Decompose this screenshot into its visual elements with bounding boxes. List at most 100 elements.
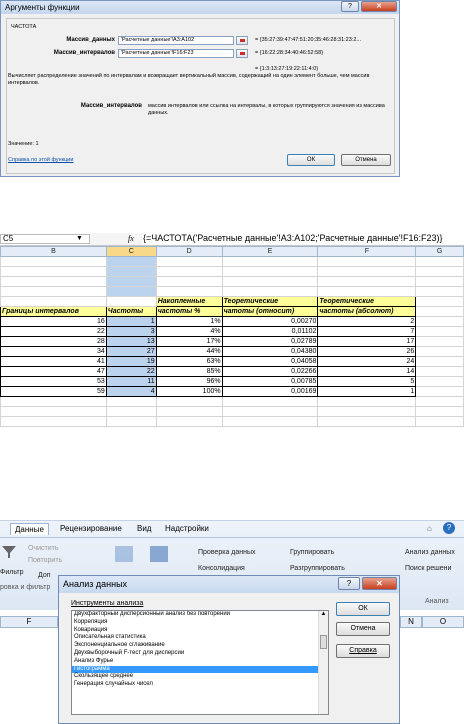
table-cell[interactable]: 24 [317, 356, 417, 367]
table-cell[interactable]: 34 [0, 346, 107, 357]
list-item[interactable]: Ковариация [72, 627, 328, 635]
arg1-collapse-icon[interactable] [236, 36, 248, 45]
ok-button[interactable]: ОК [336, 602, 390, 616]
close-icon[interactable]: ✕ [362, 577, 397, 590]
help-button[interactable]: Справка [336, 644, 390, 658]
solver-button[interactable]: Поиск решени [405, 565, 451, 572]
formula-input[interactable]: {=ЧАСТОТА('Расчетные данные'!A3:A102;'Ра… [143, 233, 442, 243]
table-cell[interactable]: 44% [155, 346, 223, 357]
remove-duplicates-icon[interactable] [150, 546, 168, 562]
table-cell[interactable]: 0,02266 [221, 366, 319, 377]
advanced-button[interactable]: Доп [38, 572, 51, 579]
table-cell[interactable]: 96% [155, 376, 223, 387]
table-cell[interactable]: 5 [317, 376, 417, 387]
analysis-tools-list[interactable]: Двухфакторный дисперсионный анализ без п… [71, 610, 329, 715]
table-cell[interactable] [415, 316, 464, 327]
header-cell[interactable]: Частоты [105, 306, 157, 317]
help-icon[interactable]: ? [341, 1, 359, 12]
table-cell[interactable]: 4 [105, 386, 157, 397]
header-cell[interactable]: частоты % [155, 306, 223, 317]
table-cell[interactable]: 4% [155, 326, 223, 337]
table-cell[interactable]: 28 [0, 336, 107, 347]
list-item[interactable]: Скользящее среднее [72, 673, 328, 681]
help-link[interactable]: Справка по этой функции [8, 157, 73, 164]
data-analysis-button[interactable]: Анализ данных [405, 549, 455, 556]
scrollbar[interactable]: ▲ [318, 611, 328, 714]
table-cell[interactable]: 13 [105, 336, 157, 347]
table-cell[interactable]: 26 [317, 346, 417, 357]
table-cell[interactable] [415, 326, 464, 337]
col-header[interactable]: O [422, 616, 464, 628]
table-cell[interactable]: 0,00785 [221, 376, 319, 387]
cancel-button[interactable]: Отмена [336, 622, 390, 636]
table-cell[interactable]: 0,04058 [221, 356, 319, 367]
list-item[interactable]: Экспоненциальное сглаживание [72, 642, 328, 650]
table-cell[interactable] [415, 356, 464, 367]
filter-icon[interactable] [2, 545, 16, 559]
ok-button[interactable]: ОК [287, 154, 335, 166]
table-cell[interactable]: 1% [155, 316, 223, 327]
tab-review[interactable]: Рецензирование [60, 524, 122, 533]
tab-data[interactable]: Данные [10, 523, 49, 535]
table-cell[interactable]: 63% [155, 356, 223, 367]
table-cell[interactable]: 16 [0, 316, 107, 327]
tab-addins[interactable]: Надстройки [165, 524, 209, 533]
list-item[interactable]: Двухвыборочный F-тест для дисперсии [72, 650, 328, 658]
list-item[interactable]: Генерация случайных чисел [72, 681, 328, 689]
table-cell[interactable]: 100% [155, 386, 223, 397]
col-header[interactable]: F [317, 246, 417, 257]
minimize-ribbon-icon[interactable]: ⌂ [427, 524, 432, 533]
col-header[interactable]: B [0, 246, 107, 257]
col-header[interactable]: E [221, 246, 319, 257]
col-header[interactable]: G [415, 246, 464, 257]
table-cell[interactable]: 17% [155, 336, 223, 347]
table-cell[interactable]: 0,02789 [221, 336, 319, 347]
arg1-input[interactable]: 'Расчетные данные'!A3:A102 [118, 36, 234, 45]
table-cell[interactable]: 0,01102 [221, 326, 319, 337]
list-item[interactable]: Корреляция [72, 619, 328, 627]
table-cell[interactable]: 0,00169 [221, 386, 319, 397]
table-cell[interactable]: 27 [105, 346, 157, 357]
clear-button[interactable]: Очистить [28, 545, 58, 552]
table-cell[interactable]: 85% [155, 366, 223, 377]
table-cell[interactable]: 41 [0, 356, 107, 367]
header-cell[interactable]: Теоретические [221, 296, 319, 307]
header-cell[interactable]: Границы интервалов [0, 306, 107, 317]
data-validation-button[interactable]: Проверка данных [198, 549, 256, 556]
tab-view[interactable]: Вид [137, 524, 151, 533]
header-cell[interactable]: частоты (абсолют) [317, 306, 417, 317]
table-cell[interactable]: 19 [105, 356, 157, 367]
list-item[interactable]: Описательная статистика [72, 634, 328, 642]
table-cell[interactable]: 1 [317, 386, 417, 397]
table-cell[interactable]: 3 [105, 326, 157, 337]
table-cell[interactable] [415, 366, 464, 377]
table-cell[interactable] [415, 376, 464, 387]
table-cell[interactable] [415, 346, 464, 357]
table-cell[interactable]: 7 [317, 326, 417, 337]
table-cell[interactable]: 2 [317, 316, 417, 327]
fx-icon[interactable]: fx [128, 234, 134, 243]
ungroup-button[interactable]: Разгруппировать [290, 565, 345, 572]
header-cell[interactable]: Теоретические [317, 296, 417, 307]
table-cell[interactable] [415, 386, 464, 397]
table-cell[interactable]: 1 [105, 316, 157, 327]
table-cell[interactable]: 59 [0, 386, 107, 397]
list-item[interactable]: Гистограмма [72, 665, 328, 674]
list-item[interactable]: Двухфакторный дисперсионный анализ без п… [72, 611, 328, 619]
table-cell[interactable]: 11 [105, 376, 157, 387]
arg2-collapse-icon[interactable] [236, 49, 248, 58]
header-cell[interactable]: Накопленные [155, 296, 223, 307]
chevron-down-icon[interactable]: ▼ [76, 235, 83, 242]
table-cell[interactable]: 22 [105, 366, 157, 377]
help-icon[interactable]: ? [338, 577, 360, 590]
table-cell[interactable]: 17 [317, 336, 417, 347]
cancel-button[interactable]: Отмена [341, 154, 391, 166]
help-icon[interactable]: ? [443, 522, 455, 534]
table-cell[interactable]: 0,04380 [221, 346, 319, 357]
table-cell[interactable] [415, 336, 464, 347]
group-button[interactable]: Группировать [290, 549, 334, 556]
col-header[interactable]: D [155, 246, 223, 257]
reapply-button[interactable]: Повторить [28, 557, 62, 564]
table-cell[interactable]: 14 [317, 366, 417, 377]
col-header[interactable]: C [105, 246, 157, 257]
